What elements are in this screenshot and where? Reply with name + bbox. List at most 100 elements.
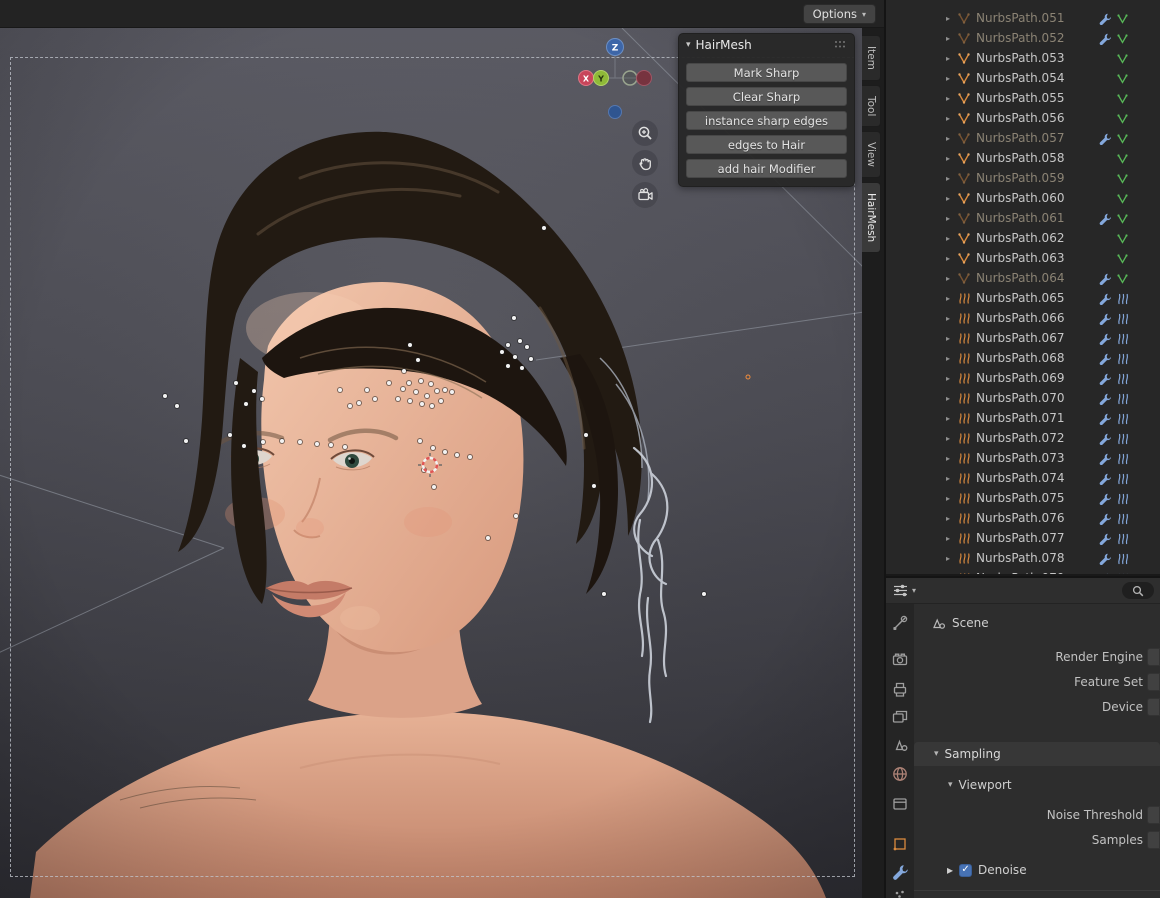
hair-key-point[interactable] [329, 443, 333, 447]
outliner-row[interactable]: ▸ [886, 8, 1160, 28]
curve-data-icon[interactable] [1115, 471, 1130, 485]
hair-key-point[interactable] [500, 350, 504, 354]
curve-data-icon[interactable] [1115, 371, 1130, 385]
axis-neg-x-handle[interactable] [636, 70, 652, 86]
value-widget[interactable] [1147, 830, 1160, 849]
hair-key-point[interactable] [416, 358, 420, 362]
hair-key-point[interactable] [419, 379, 423, 383]
hair-key-point[interactable] [338, 388, 342, 392]
hair-key-point[interactable] [298, 440, 302, 444]
hair-key-point[interactable] [425, 394, 429, 398]
outliner-row[interactable]: ▸ [886, 448, 1160, 468]
surface-data-icon[interactable] [1115, 91, 1130, 105]
zoom-button[interactable] [632, 120, 658, 146]
hair-key-point[interactable] [745, 374, 751, 380]
render-tab-icon[interactable] [891, 650, 909, 668]
surface-data-icon[interactable] [1115, 271, 1130, 285]
outliner-row[interactable]: ▸ [886, 528, 1160, 548]
modifier-wrench-icon[interactable] [1097, 291, 1112, 305]
hair-key-point[interactable] [431, 446, 435, 450]
disclosure-triangle-icon[interactable]: ▸ [940, 194, 956, 203]
disclosure-triangle-icon[interactable]: ▸ [940, 54, 956, 63]
hair-key-point[interactable] [435, 389, 439, 393]
object-name[interactable]: NurbsPath.058 [976, 151, 1115, 165]
disclosure-triangle-icon[interactable]: ▸ [940, 414, 956, 423]
outliner-row[interactable]: ▸ [886, 568, 1160, 575]
object-name[interactable]: NurbsPath.068 [976, 351, 1097, 365]
hair-key-point[interactable] [343, 445, 347, 449]
disclosure-triangle-icon[interactable]: ▸ [940, 14, 956, 23]
hair-key-point[interactable] [514, 514, 518, 518]
hair-key-point[interactable] [418, 439, 422, 443]
disclosure-triangle-icon[interactable]: ▸ [940, 234, 956, 243]
hair-key-point[interactable] [357, 401, 361, 405]
outliner-row[interactable]: ▸ [886, 548, 1160, 568]
sidebar-tab[interactable]: View [862, 131, 881, 179]
outliner-row[interactable]: ▸ [886, 468, 1160, 488]
modifier-wrench-icon[interactable] [1097, 331, 1112, 345]
modifier-wrench-icon[interactable] [1097, 511, 1112, 525]
modifier-wrench-icon[interactable] [1097, 31, 1112, 45]
disclosure-triangle-icon[interactable]: ▸ [940, 494, 956, 503]
object-name[interactable]: NurbsPath.066 [976, 311, 1097, 325]
hair-key-point[interactable] [506, 364, 510, 368]
modifier-wrench-icon[interactable] [1097, 271, 1112, 285]
axis-neg-z-handle[interactable] [608, 105, 622, 119]
hair-key-point[interactable] [432, 485, 436, 489]
sidebar-tab[interactable]: Item [862, 35, 881, 81]
outliner-row[interactable]: ▸ [886, 248, 1160, 268]
disclosure-triangle-icon[interactable]: ▸ [940, 214, 956, 223]
editor-type-selector[interactable]: ▾ [892, 583, 916, 598]
object-name[interactable]: NurbsPath.053 [976, 51, 1115, 65]
disclosure-triangle-icon[interactable]: ▸ [940, 314, 956, 323]
object-name[interactable]: NurbsPath.072 [976, 431, 1097, 445]
outliner-row[interactable]: ▸ [886, 88, 1160, 108]
object-name[interactable]: NurbsPath.061 [976, 211, 1097, 225]
surface-data-icon[interactable] [1115, 71, 1130, 85]
modifier-wrench-icon[interactable] [1097, 471, 1112, 485]
view-layer-tab-icon[interactable] [891, 708, 909, 726]
outliner-row[interactable]: ▸ [886, 268, 1160, 288]
disclosure-triangle-icon[interactable]: ▸ [940, 554, 956, 563]
hair-key-point[interactable] [407, 381, 411, 385]
hairmesh-action-button[interactable]: add hair Modifier [686, 159, 847, 178]
object-name[interactable]: NurbsPath.056 [976, 111, 1115, 125]
outliner-row[interactable]: ▸ [886, 408, 1160, 428]
surface-data-icon[interactable] [1115, 211, 1130, 225]
hair-key-point[interactable] [163, 394, 167, 398]
disclosure-triangle-icon[interactable]: ▸ [940, 574, 956, 575]
surface-data-icon[interactable] [1115, 11, 1130, 25]
object-name[interactable]: NurbsPath.059 [976, 171, 1115, 185]
modifier-wrench-icon[interactable] [1097, 391, 1112, 405]
hair-key-point[interactable] [184, 439, 188, 443]
object-tab-icon[interactable] [891, 835, 909, 853]
hair-key-point[interactable] [486, 536, 490, 540]
hair-key-point[interactable] [387, 381, 391, 385]
modifier-wrench-icon[interactable] [1097, 411, 1112, 425]
breadcrumb-scene-name[interactable]: Scene [952, 616, 989, 630]
disclosure-triangle-icon[interactable]: ▸ [940, 334, 956, 343]
object-name[interactable]: NurbsPath.070 [976, 391, 1097, 405]
hair-key-point[interactable] [414, 390, 418, 394]
curve-data-icon[interactable] [1115, 431, 1130, 445]
hair-key-point[interactable] [429, 382, 433, 386]
hairmesh-action-button[interactable]: edges to Hair [686, 135, 847, 154]
hair-key-point[interactable] [280, 439, 284, 443]
outliner-row[interactable]: ▸ [886, 28, 1160, 48]
disclosure-triangle-icon[interactable]: ▸ [940, 454, 956, 463]
hair-key-point[interactable] [443, 450, 447, 454]
hair-key-point[interactable] [513, 355, 517, 359]
modifier-wrench-icon[interactable] [1097, 371, 1112, 385]
curve-data-icon[interactable] [1115, 511, 1130, 525]
outliner-row[interactable]: ▸ [886, 48, 1160, 68]
outliner-row[interactable]: ▸ [886, 368, 1160, 388]
curve-data-icon[interactable] [1115, 551, 1130, 565]
hair-key-point[interactable] [702, 592, 706, 596]
collapse-caret-icon[interactable]: ▾ [686, 40, 691, 50]
hairmesh-action-button[interactable]: Clear Sharp [686, 87, 847, 106]
axis-neg-y-handle[interactable] [622, 70, 638, 86]
outliner-row[interactable]: ▸ [886, 208, 1160, 228]
hair-key-point[interactable] [373, 397, 377, 401]
hair-key-point[interactable] [396, 397, 400, 401]
disclosure-triangle-icon[interactable]: ▸ [940, 374, 956, 383]
